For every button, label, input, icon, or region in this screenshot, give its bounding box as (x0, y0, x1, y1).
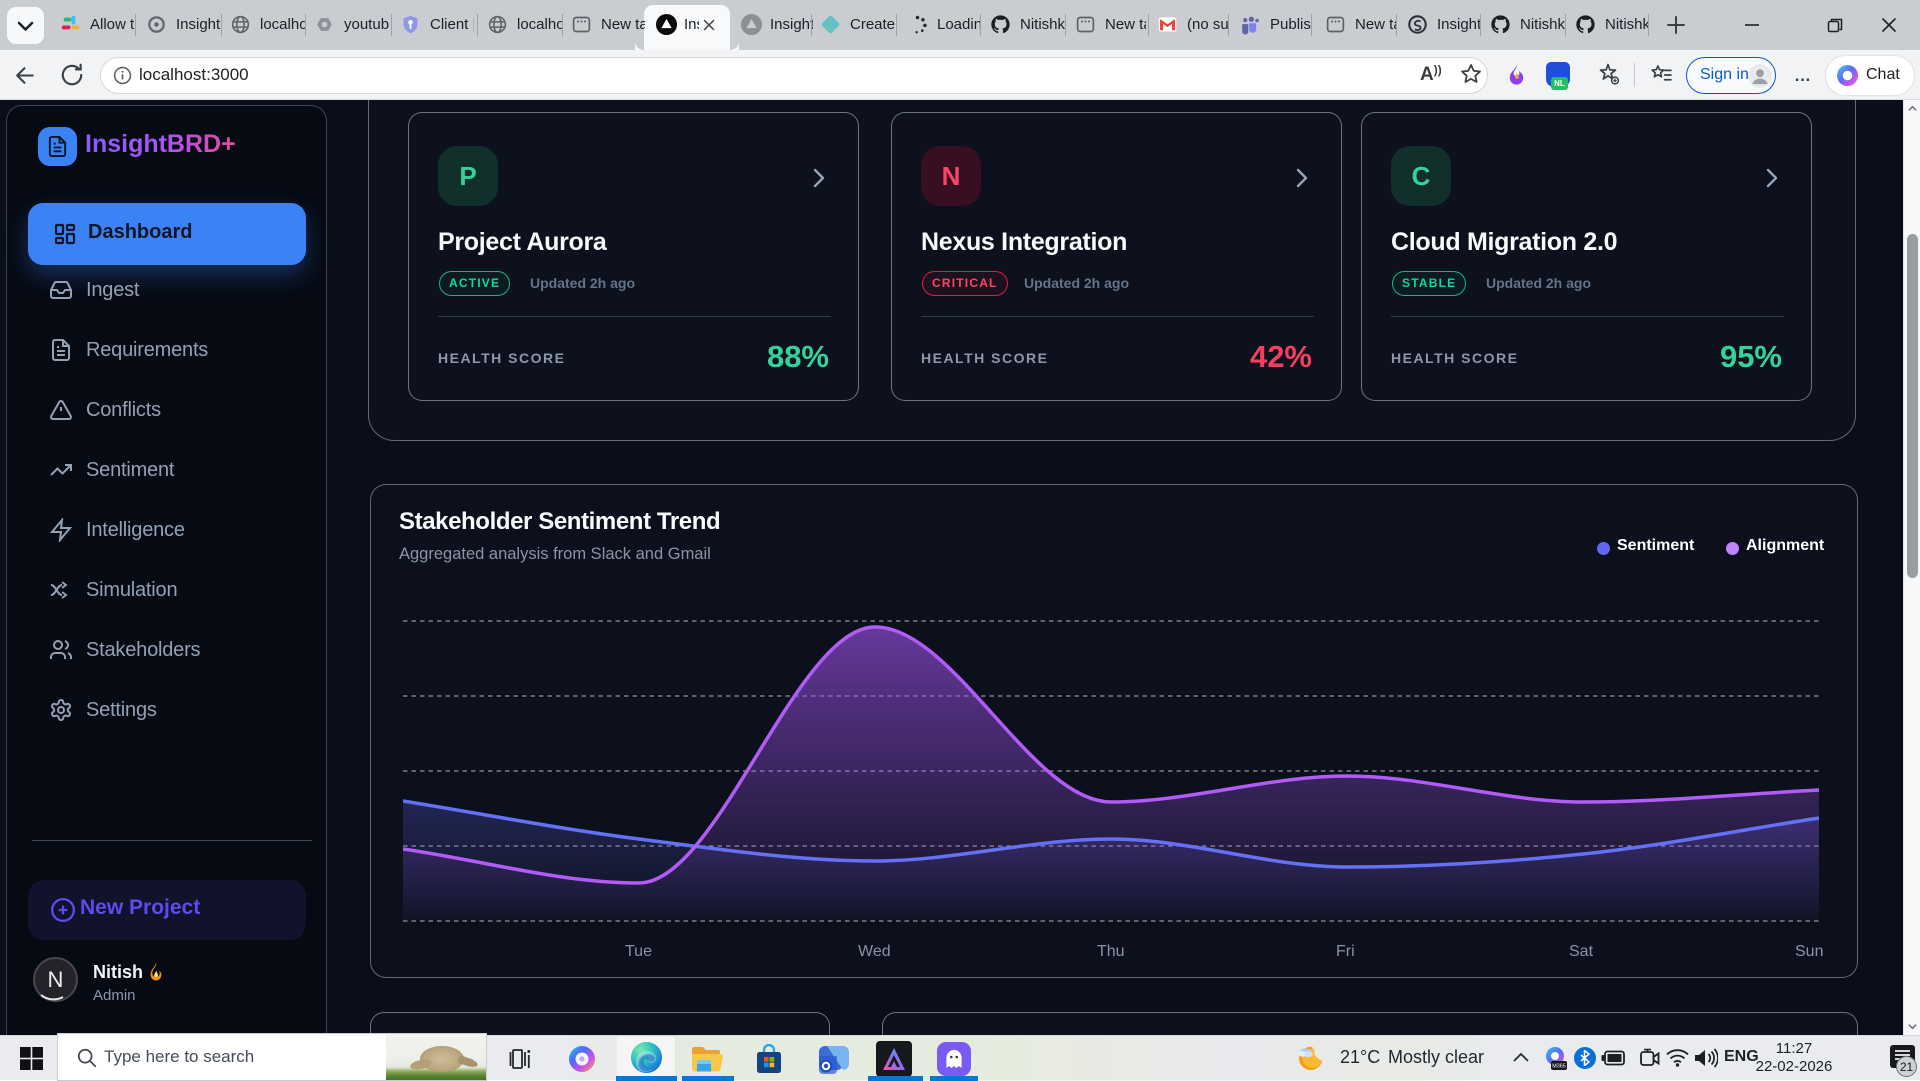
svg-text:M365: M365 (1552, 1064, 1566, 1070)
